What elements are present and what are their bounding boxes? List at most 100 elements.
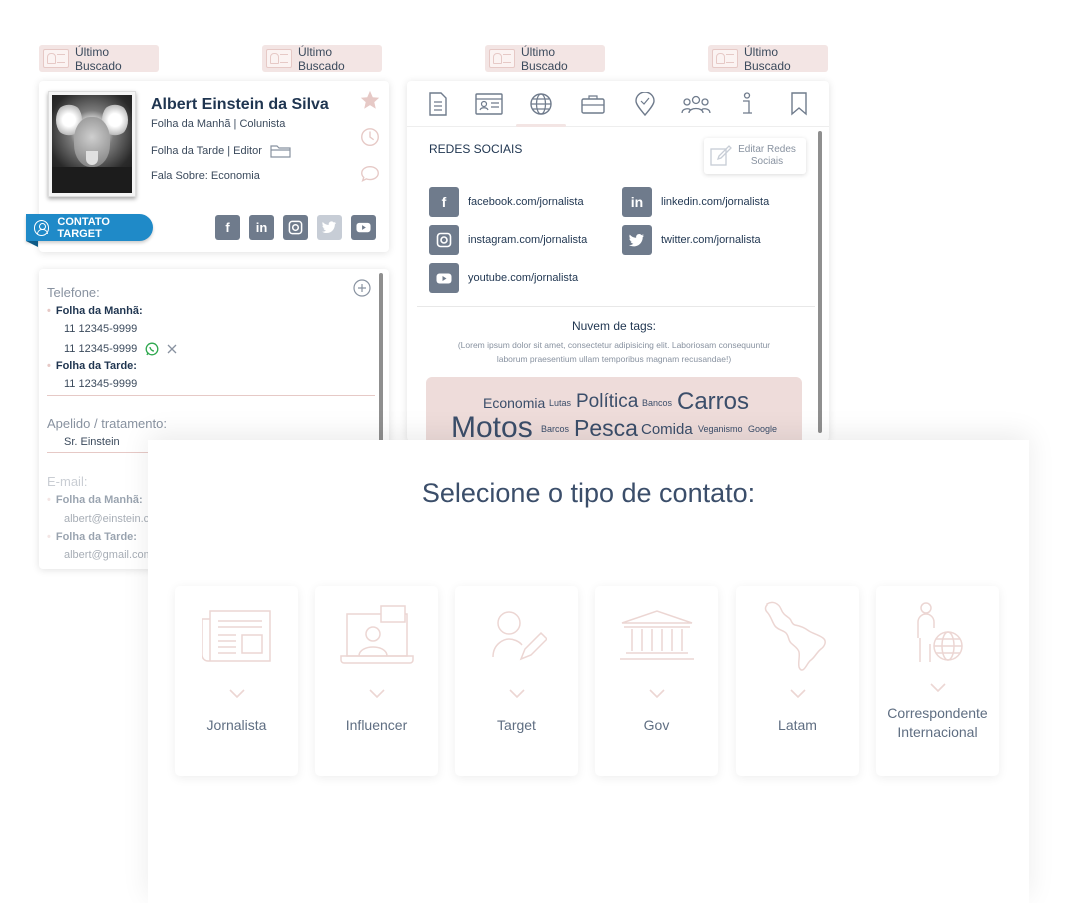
- tag[interactable]: Bancos: [642, 398, 672, 408]
- contato-target-label: CONTATO TARGET: [57, 215, 110, 240]
- social-link-youtube[interactable]: youtube.com/jornalista: [429, 263, 578, 293]
- document-icon[interactable]: [423, 89, 453, 119]
- tag-cloud: Economia Lutas Política Bancos Carros Mo…: [426, 377, 802, 441]
- tab-bar: [407, 81, 829, 127]
- social-icons-row: f in: [215, 215, 376, 240]
- location-pin-icon[interactable]: [630, 89, 660, 119]
- type-card-latam[interactable]: Latam: [736, 586, 859, 776]
- social-link-linkedin[interactable]: in linkedin.com/jornalista: [622, 187, 769, 217]
- edit-redes-label: Editar Redes Sociais: [738, 144, 796, 167]
- instagram-icon[interactable]: [283, 215, 308, 240]
- social-link-label: youtube.com/jornalista: [468, 272, 579, 284]
- scrollbar[interactable]: [818, 131, 822, 433]
- tag[interactable]: Pesca: [574, 415, 638, 441]
- type-label: Influencer: [345, 717, 408, 733]
- chevron-down-icon: [648, 686, 665, 702]
- contact-topic: Fala Sobre: Economia: [151, 170, 260, 182]
- social-link-label: twitter.com/jornalista: [661, 234, 761, 246]
- writer-pen-icon: [472, 602, 562, 668]
- contact-name: Albert Einstein da Silva: [151, 96, 329, 113]
- ultimo-buscado-tag[interactable]: Último Buscado: [485, 44, 605, 73]
- group-icon[interactable]: [681, 89, 711, 119]
- type-card-target[interactable]: Target: [455, 586, 578, 776]
- tag[interactable]: Política: [576, 391, 638, 413]
- close-icon[interactable]: [167, 344, 177, 354]
- tag[interactable]: Veganismo: [698, 424, 743, 434]
- type-label: Gov: [643, 717, 670, 733]
- tag[interactable]: Motos: [451, 411, 533, 441]
- type-card-correspondente[interactable]: Correspondente Internacional: [876, 586, 999, 776]
- twitter-icon[interactable]: [317, 215, 342, 240]
- folder-icon[interactable]: [270, 144, 292, 158]
- tag[interactable]: Barcos: [541, 424, 569, 434]
- briefcase-icon[interactable]: [578, 89, 608, 119]
- instagram-icon: [429, 225, 459, 255]
- side-actions: [359, 89, 381, 200]
- clock-icon[interactable]: [359, 126, 381, 153]
- contact-card-icon: [266, 49, 292, 68]
- apelido-label: Apelido / tratamento:: [47, 416, 167, 431]
- ultimo-buscado-label: Último Buscado: [743, 44, 791, 73]
- email-value: albert@gmail.com: [64, 549, 153, 561]
- email-group-label: Folha da Tarde:: [47, 531, 137, 543]
- star-icon[interactable]: [359, 89, 381, 116]
- profile-card: Albert Einstein da Silva Folha da Manhã …: [26, 81, 389, 252]
- chevron-down-icon: [368, 686, 385, 702]
- ultimo-buscado-tag[interactable]: Último Buscado: [708, 44, 828, 73]
- type-card-jornalista[interactable]: Jornalista: [175, 586, 298, 776]
- tag[interactable]: Google: [748, 424, 777, 434]
- contact-outlet-1: Folha da Manhã | Colunista: [151, 118, 286, 130]
- globe-icon[interactable]: [516, 89, 566, 127]
- facebook-icon: f: [429, 187, 459, 217]
- ultimo-buscado-tag[interactable]: Último Buscado: [39, 45, 159, 73]
- edit-redes-button[interactable]: Editar Redes Sociais: [704, 138, 806, 174]
- phone-number: 11 12345-9999: [64, 378, 138, 390]
- phone-number-row: 11 12345-9999: [64, 342, 177, 356]
- tag[interactable]: Carros: [677, 388, 749, 416]
- youtube-icon[interactable]: [351, 215, 376, 240]
- id-card-icon[interactable]: [474, 89, 504, 119]
- youtube-icon: [429, 263, 459, 293]
- nuvem-tags-title: Nuvem de tags:: [571, 319, 657, 333]
- linkedin-icon[interactable]: in: [249, 215, 274, 240]
- influencer-screen-icon: [332, 602, 422, 668]
- modal-title: Selecione o tipo de contato:: [421, 478, 756, 508]
- type-card-gov[interactable]: Gov: [595, 586, 718, 776]
- avatar: [48, 91, 136, 197]
- whatsapp-icon[interactable]: [145, 342, 159, 356]
- ultimo-buscado-label: Último Buscado: [297, 44, 345, 73]
- phone-group-label: Folha da Manhã:: [47, 305, 143, 317]
- divider: [47, 395, 375, 396]
- nuvem-tags-description: (Lorem ipsum dolor sit amet, consectetur…: [457, 340, 771, 364]
- email-label: E-mail:: [47, 474, 88, 489]
- social-link-facebook[interactable]: f facebook.com/jornalista: [429, 187, 584, 217]
- scrollbar[interactable]: [379, 273, 383, 448]
- bookmark-icon[interactable]: [784, 89, 814, 119]
- contact-card-icon: [43, 49, 69, 68]
- ultimo-buscado-tag[interactable]: Último Buscado: [262, 44, 382, 73]
- chat-icon[interactable]: [359, 163, 381, 190]
- chevron-down-icon: [789, 686, 806, 702]
- edit-icon: [710, 145, 732, 167]
- social-link-instagram[interactable]: instagram.com/jornalista: [429, 225, 587, 255]
- contact-outlet-2-label: Folha da Tarde | Editor: [151, 145, 262, 157]
- type-card-influencer[interactable]: Influencer: [315, 586, 438, 776]
- social-link-label: facebook.com/jornalista: [468, 196, 584, 208]
- phone-number: 11 12345-9999: [64, 343, 138, 355]
- tag[interactable]: Comida: [641, 421, 693, 438]
- contact-card-icon: [489, 49, 515, 68]
- tag[interactable]: Lutas: [549, 398, 571, 408]
- redes-sociais-title: REDES SOCIAIS: [429, 142, 523, 156]
- email-value: albert@einstein.c: [64, 513, 150, 525]
- facebook-icon[interactable]: f: [215, 215, 240, 240]
- social-link-label: linkedin.com/jornalista: [661, 196, 770, 208]
- ultimo-buscado-label: Último Buscado: [520, 44, 568, 73]
- contact-type-modal: Selecione o tipo de contato: Jornalista …: [148, 440, 1029, 903]
- info-icon[interactable]: [732, 89, 762, 119]
- social-link-twitter[interactable]: twitter.com/jornalista: [622, 225, 761, 255]
- contato-target-button[interactable]: CONTATO TARGET: [26, 214, 153, 247]
- tag[interactable]: Economia: [483, 395, 545, 411]
- newspaper-icon: [192, 602, 282, 668]
- user-circle-icon: [34, 219, 50, 236]
- add-icon[interactable]: [353, 279, 371, 302]
